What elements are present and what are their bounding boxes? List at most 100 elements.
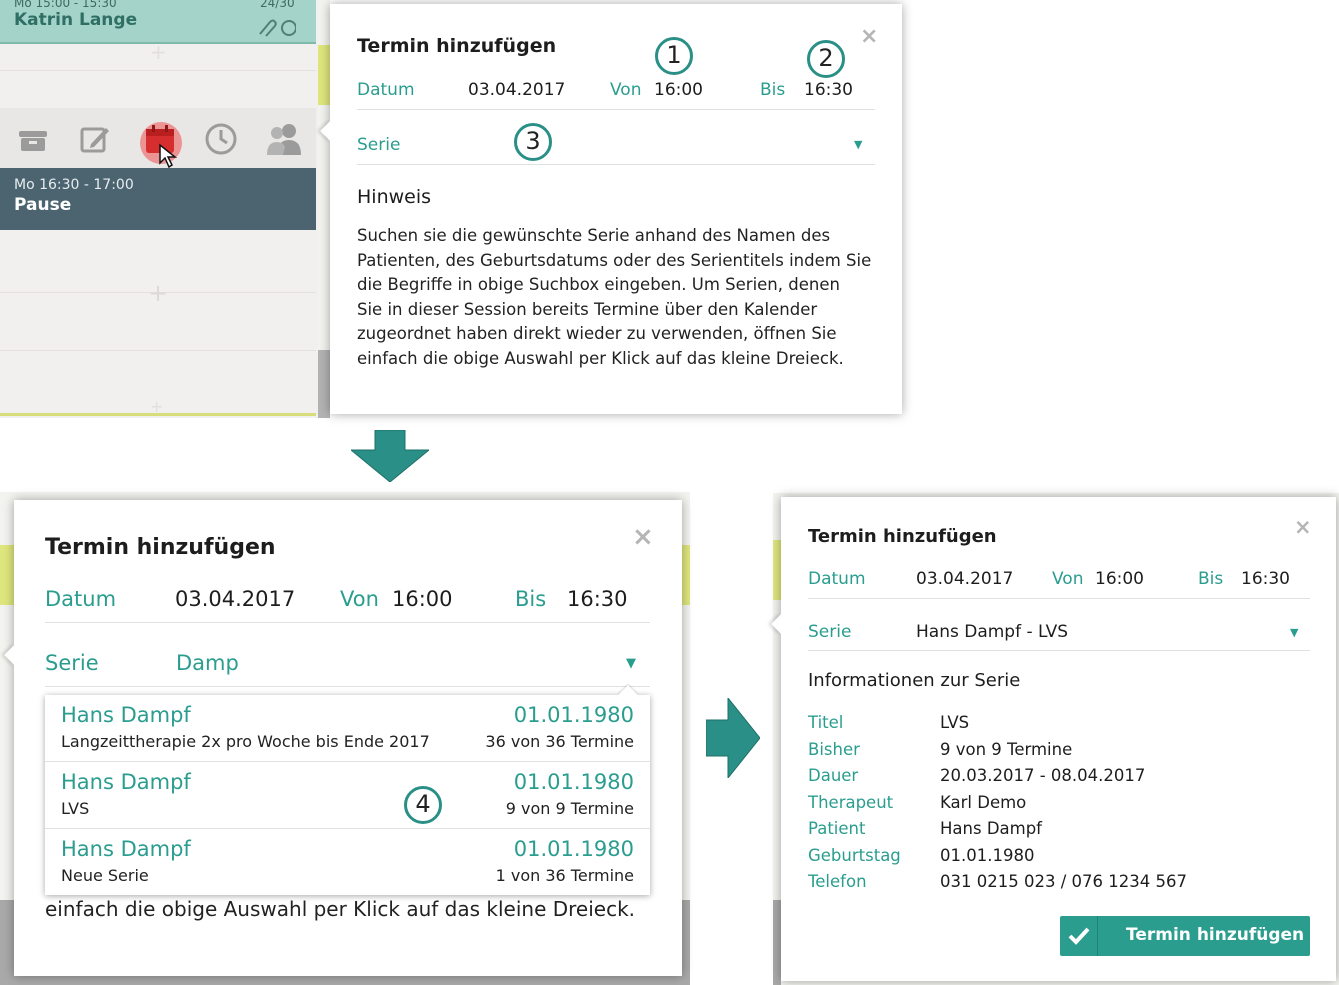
info-row: Therapeut Karl Demo bbox=[808, 790, 1318, 817]
info-label: Therapeut bbox=[808, 792, 894, 812]
clock-icon[interactable] bbox=[203, 121, 239, 161]
option-date: 01.01.1980 bbox=[513, 703, 634, 727]
info-value: 01.01.1980 bbox=[940, 845, 1035, 865]
archive-icon[interactable] bbox=[16, 122, 50, 156]
date-row-underline bbox=[45, 622, 650, 623]
marker-1: 1 bbox=[655, 37, 693, 75]
hinweis-line: zugeordnet haben direkt wieder zu verwen… bbox=[357, 324, 837, 343]
bis-label: Bis bbox=[760, 80, 786, 100]
bis-input[interactable]: 16:30 bbox=[804, 80, 853, 100]
option-count: 1 von 36 Termine bbox=[495, 866, 634, 885]
info-row: Titel LVS bbox=[808, 710, 1318, 737]
serie-option[interactable]: Hans Dampf 01.01.1980 Langzeittherapie 2… bbox=[45, 695, 650, 762]
calendar-yellow-block bbox=[773, 540, 781, 600]
close-icon[interactable]: × bbox=[860, 24, 878, 49]
info-label: Dauer bbox=[808, 766, 859, 785]
hinweis-text: Suchen sie die gewünschte Serie anhand d… bbox=[357, 224, 897, 371]
serie-underline bbox=[808, 650, 1310, 651]
datum-value[interactable]: 03.04.2017 bbox=[916, 569, 1013, 589]
check-icon bbox=[1060, 916, 1098, 956]
plus-icon[interactable]: + bbox=[150, 40, 167, 64]
appointment-count: 24/30 bbox=[260, 0, 295, 10]
info-title: Informationen zur Serie bbox=[808, 670, 1021, 691]
calendar-yellow-block bbox=[682, 545, 690, 605]
serie-underline bbox=[357, 164, 875, 165]
calendar-yellow-block bbox=[318, 45, 330, 105]
marker-3: 3 bbox=[514, 123, 552, 161]
serie-underline bbox=[45, 686, 650, 687]
option-title: LVS bbox=[61, 799, 90, 818]
hinweis-line: Suchen sie die gewünschte Serie anhand d… bbox=[357, 226, 831, 245]
bis-input[interactable]: 16:30 bbox=[567, 587, 628, 611]
add-appointment-button[interactable]: Termin hinzufügen bbox=[1060, 916, 1310, 956]
info-label: Geburtstag bbox=[808, 845, 901, 865]
info-label: Bisher bbox=[808, 739, 860, 759]
info-value: LVS bbox=[940, 713, 970, 732]
serie-info-table: Titel LVS Bisher 9 von 9 Termine Dauer 20.0… bbox=[808, 710, 1318, 896]
bis-input[interactable]: 16:30 bbox=[1241, 569, 1290, 589]
info-value: 20.03.2017 - 08.04.2017 bbox=[940, 766, 1146, 785]
popup-title: Termin hinzufügen bbox=[357, 35, 557, 57]
bis-label: Bis bbox=[1198, 569, 1224, 589]
serie-option[interactable]: Hans Dampf 01.01.1980 Neue Serie 1 von 3… bbox=[45, 829, 650, 896]
serie-input[interactable]: Damp bbox=[176, 651, 239, 675]
hinweis-line: die Begriffe in obige Suchbox eingeben. … bbox=[357, 275, 840, 294]
info-value: Hans Dampf bbox=[940, 819, 1042, 838]
calendar-grey-block bbox=[318, 350, 330, 418]
info-row: Geburtstag 01.01.1980 bbox=[808, 843, 1318, 870]
info-label: Titel bbox=[808, 713, 844, 732]
serie-label: Serie bbox=[808, 622, 852, 642]
hinweis-line: Patienten, des Geburtsdatums oder des Se… bbox=[357, 250, 872, 270]
plus-icon[interactable]: + bbox=[148, 279, 168, 307]
close-icon[interactable]: × bbox=[632, 522, 654, 552]
serie-label: Serie bbox=[357, 135, 401, 155]
hinweis-title: Hinweis bbox=[357, 186, 432, 208]
date-row-underline bbox=[808, 598, 1310, 599]
hinweis-line: einfach die obige Auswahl per Klick auf … bbox=[357, 348, 844, 368]
info-row: Bisher 9 von 9 Termine bbox=[808, 737, 1318, 764]
datum-value[interactable]: 03.04.2017 bbox=[175, 587, 295, 611]
info-label: Patient bbox=[808, 819, 866, 838]
dropdown-triangle-icon[interactable]: ▼ bbox=[1290, 626, 1298, 639]
serie-label: Serie bbox=[45, 651, 99, 675]
appointment-time: Mo 15:00 - 15:30 bbox=[14, 0, 117, 10]
appointment-pause[interactable]: Mo 16:30 - 17:00 Pause bbox=[0, 168, 316, 230]
option-title: Langzeittherapie 2x pro Woche bis Ende 2… bbox=[61, 732, 430, 751]
calendar-grey-block bbox=[773, 900, 781, 985]
appointment-name: Katrin Lange bbox=[14, 10, 138, 30]
people-icon[interactable] bbox=[265, 121, 303, 161]
marker-2: 2 bbox=[807, 40, 845, 78]
date-row-underline bbox=[357, 109, 875, 110]
von-label: Von bbox=[1052, 569, 1084, 589]
edit-icon[interactable] bbox=[78, 122, 112, 156]
info-row: Dauer 20.03.2017 - 08.04.2017 bbox=[808, 763, 1318, 790]
info-value: Karl Demo bbox=[940, 792, 1027, 812]
von-input[interactable]: 16:00 bbox=[654, 80, 703, 100]
bis-label: Bis bbox=[515, 587, 547, 611]
von-input[interactable]: 16:00 bbox=[392, 587, 453, 611]
datum-label: Datum bbox=[808, 569, 866, 589]
von-input[interactable]: 16:00 bbox=[1095, 569, 1144, 589]
option-count: 36 von 36 Termine bbox=[485, 732, 634, 751]
info-label: Telefon bbox=[808, 872, 867, 891]
serie-input[interactable]: Hans Dampf - LVS bbox=[916, 622, 1068, 642]
option-date: 01.01.1980 bbox=[513, 770, 634, 794]
arrow-right-icon bbox=[705, 696, 761, 780]
calendar-panel: Mo 15:00 - 15:30 24/30 Katrin Lange + Mo… bbox=[0, 0, 318, 418]
option-name: Hans Dampf bbox=[61, 703, 191, 727]
datum-value[interactable]: 03.04.2017 bbox=[468, 80, 565, 100]
close-icon[interactable]: × bbox=[1294, 515, 1312, 539]
dropdown-triangle-icon[interactable]: ▼ bbox=[854, 138, 862, 151]
info-value: 9 von 9 Termine bbox=[940, 739, 1073, 759]
grid-line bbox=[0, 70, 316, 71]
hinweis-line: Sie in dieser Session bereits Termine üb… bbox=[357, 299, 818, 319]
datum-label: Datum bbox=[45, 587, 117, 611]
appointment-katrin-lange[interactable]: Mo 15:00 - 15:30 24/30 Katrin Lange bbox=[0, 0, 316, 44]
serie-dropdown: Hans Dampf 01.01.1980 Langzeittherapie 2… bbox=[45, 685, 650, 896]
serie-option[interactable]: Hans Dampf 01.01.1980 LVS 9 von 9 Termin… bbox=[45, 762, 650, 829]
dropdown-triangle-icon[interactable]: ▼ bbox=[626, 656, 636, 671]
arrow-down-icon bbox=[349, 429, 431, 483]
option-name: Hans Dampf bbox=[61, 770, 191, 794]
hinweis-line: einfach die obige Auswahl per Klick auf … bbox=[45, 897, 636, 921]
pause-time: Mo 16:30 - 17:00 bbox=[14, 177, 134, 193]
